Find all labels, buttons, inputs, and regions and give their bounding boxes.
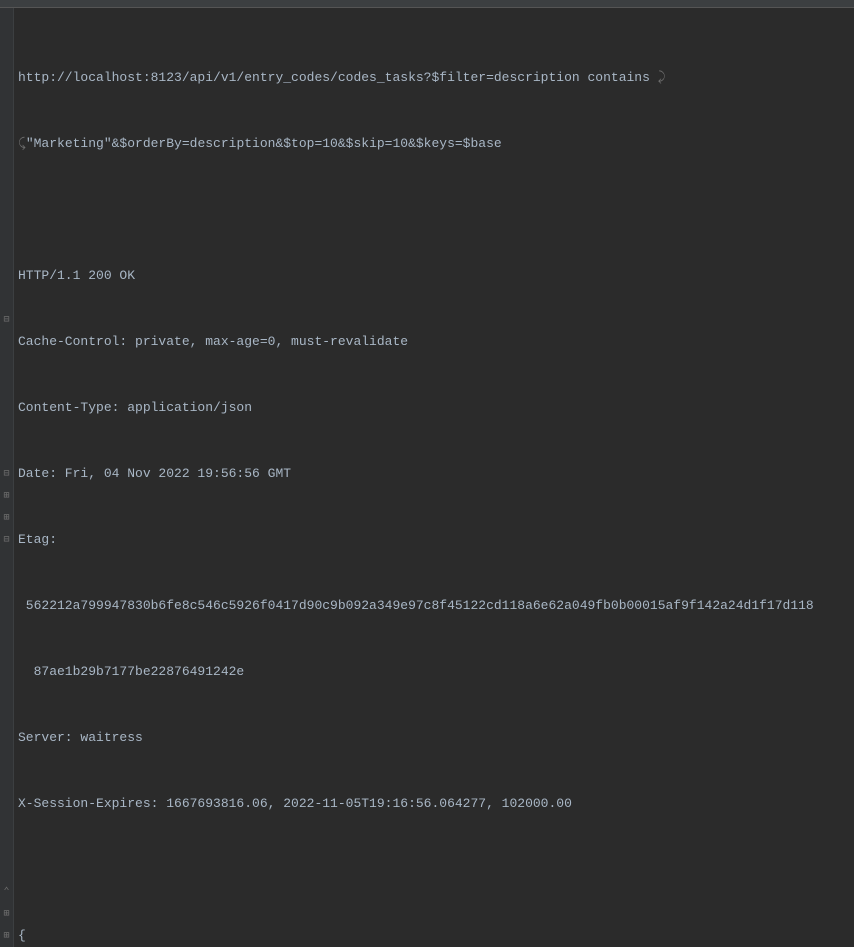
gutter-blank xyxy=(0,221,13,243)
gutter-blank xyxy=(0,661,13,683)
gutter-blank xyxy=(0,199,13,221)
fold-gutter: ⊟ ⊟ ⊞ ⊞ ⊟ ⌃ ⊞ ⊞ xyxy=(0,8,14,947)
gutter-blank xyxy=(0,441,13,463)
header-etag-value2: 87ae1b29b7177be22876491242e xyxy=(18,661,854,683)
gutter-blank xyxy=(0,375,13,397)
blank-line xyxy=(18,859,854,881)
json-open-brace: { xyxy=(18,925,854,947)
request-url-line2: ⤹"Marketing"&$orderBy=description&$top=1… xyxy=(18,133,854,155)
gutter-blank xyxy=(0,155,13,177)
gutter-blank xyxy=(0,551,13,573)
gutter-blank xyxy=(0,727,13,749)
fold-up-icon[interactable]: ⌃ xyxy=(0,881,13,903)
gutter-blank xyxy=(0,859,13,881)
gutter-blank xyxy=(0,639,13,661)
title-bar xyxy=(0,0,854,8)
gutter-blank xyxy=(0,111,13,133)
header-etag-label: Etag: xyxy=(18,529,854,551)
gutter-blank xyxy=(0,749,13,771)
gutter-blank xyxy=(0,815,13,837)
gutter-blank xyxy=(0,617,13,639)
gutter-blank xyxy=(0,243,13,265)
fold-expand-icon[interactable]: ⊞ xyxy=(0,903,13,925)
gutter-blank xyxy=(0,573,13,595)
header-date: Date: Fri, 04 Nov 2022 19:56:56 GMT xyxy=(18,463,854,485)
blank-line xyxy=(18,199,854,221)
gutter-blank xyxy=(0,331,13,353)
gutter-blank xyxy=(0,837,13,859)
http-status-line: HTTP/1.1 200 OK xyxy=(18,265,854,287)
fold-collapse-icon[interactable]: ⊟ xyxy=(0,309,13,331)
gutter-blank xyxy=(0,265,13,287)
gutter-blank xyxy=(0,287,13,309)
gutter-blank xyxy=(0,793,13,815)
gutter-blank xyxy=(0,177,13,199)
fold-expand-icon[interactable]: ⊞ xyxy=(0,507,13,529)
gutter-blank xyxy=(0,683,13,705)
header-cache-control: Cache-Control: private, max-age=0, must-… xyxy=(18,331,854,353)
gutter-blank xyxy=(0,705,13,727)
header-content-type: Content-Type: application/json xyxy=(18,397,854,419)
header-server: Server: waitress xyxy=(18,727,854,749)
code-area[interactable]: http://localhost:8123/api/v1/entry_codes… xyxy=(14,8,854,947)
header-session-expires: X-Session-Expires: 1667693816.06, 2022-1… xyxy=(18,793,854,815)
gutter-blank xyxy=(0,397,13,419)
gutter-blank xyxy=(0,419,13,441)
header-etag-value1: 562212a799947830b6fe8c546c5926f0417d90c9… xyxy=(18,595,854,617)
gutter-blank xyxy=(0,45,13,67)
fold-expand-icon[interactable]: ⊞ xyxy=(0,925,13,947)
fold-collapse-icon[interactable]: ⊟ xyxy=(0,463,13,485)
gutter-blank xyxy=(0,89,13,111)
gutter-blank xyxy=(0,133,13,155)
gutter-blank xyxy=(0,23,13,45)
gutter-blank xyxy=(0,771,13,793)
fold-collapse-icon[interactable]: ⊟ xyxy=(0,529,13,551)
gutter-blank xyxy=(0,67,13,89)
gutter-blank xyxy=(0,595,13,617)
request-url-line1: http://localhost:8123/api/v1/entry_codes… xyxy=(18,67,854,89)
fold-expand-icon[interactable]: ⊞ xyxy=(0,485,13,507)
gutter-blank xyxy=(0,353,13,375)
editor-pane: ⊟ ⊟ ⊞ ⊞ ⊟ ⌃ ⊞ ⊞ http://localhost:8123/ap… xyxy=(0,8,854,947)
